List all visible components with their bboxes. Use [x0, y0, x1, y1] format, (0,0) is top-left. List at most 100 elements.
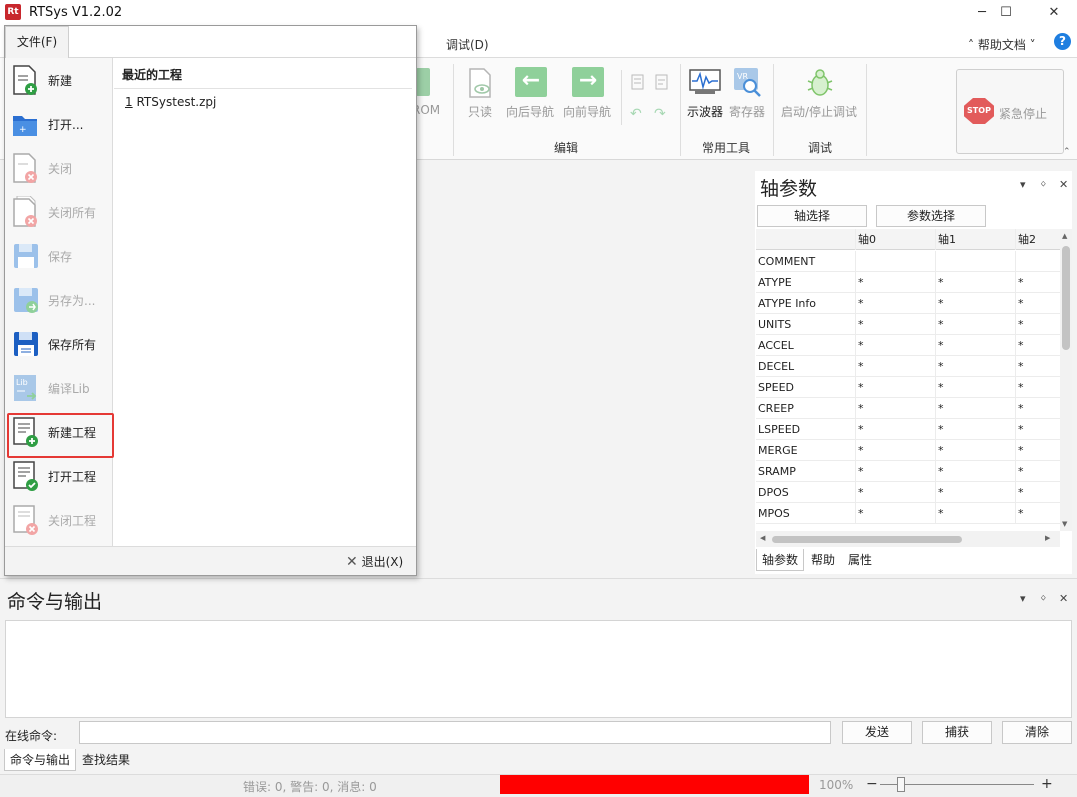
nav-back-icon[interactable]: ← — [515, 67, 547, 97]
param-value-cell[interactable]: * — [856, 482, 936, 503]
tab-help[interactable]: 帮助 — [806, 549, 840, 571]
param-value-cell[interactable]: * — [936, 377, 1016, 398]
tab-command-output[interactable]: 命令与输出 — [4, 749, 77, 771]
tab-axis-params[interactable]: 轴参数 — [756, 549, 805, 571]
debug-bug-icon[interactable] — [804, 66, 836, 98]
param-value-cell[interactable]: * — [856, 335, 936, 356]
grid-column-header[interactable]: 轴0 — [856, 229, 936, 250]
scroll-left-icon[interactable]: ◀ — [760, 534, 765, 542]
capture-button[interactable]: 捕获 — [922, 721, 992, 744]
clear-button[interactable]: 清除 — [1002, 721, 1072, 744]
param-value-cell[interactable]: * — [856, 272, 936, 293]
file-menu-item[interactable]: 关闭工程 — [5, 498, 113, 542]
file-menu-item[interactable]: + 打开... — [5, 102, 113, 146]
cmd-panel-pin-icon[interactable]: ᛜ — [1040, 592, 1047, 605]
menu-debug[interactable]: 调试(D) — [446, 36, 489, 53]
scroll-up-icon[interactable]: ▲ — [1062, 232, 1067, 240]
param-value-cell[interactable]: * — [1016, 272, 1060, 293]
exit-button[interactable]: ✕ 退出(X) — [346, 553, 403, 570]
file-menu-item[interactable]: 关闭 — [5, 146, 113, 190]
param-value-cell[interactable]: * — [936, 419, 1016, 440]
param-value-cell[interactable]: * — [856, 503, 936, 524]
param-value-cell[interactable]: * — [856, 461, 936, 482]
zoom-slider-thumb[interactable] — [897, 777, 905, 792]
param-value-cell[interactable]: * — [1016, 419, 1060, 440]
param-value-cell[interactable]: * — [936, 503, 1016, 524]
ribbon-collapse-icon[interactable]: ⌃ — [1063, 147, 1071, 157]
oscilloscope-icon[interactable] — [689, 68, 721, 96]
zoom-in-button[interactable]: + — [1041, 776, 1053, 792]
help-icon[interactable]: ? — [1054, 33, 1071, 50]
param-value-cell[interactable]: * — [1016, 335, 1060, 356]
nav-forward-icon[interactable]: → — [572, 67, 604, 97]
param-value-cell[interactable]: * — [856, 419, 936, 440]
recent-project-item[interactable]: 1 RTSystest.zpj — [125, 95, 216, 109]
redo-icon[interactable]: ↷ — [654, 106, 666, 122]
grid-column-header[interactable] — [756, 229, 856, 250]
cmd-panel-dropdown-icon[interactable]: ▾ — [1020, 592, 1026, 605]
param-value-cell[interactable]: * — [856, 293, 936, 314]
horizontal-scroll-thumb[interactable] — [772, 536, 962, 543]
online-command-input[interactable] — [79, 721, 831, 744]
maximize-button[interactable]: ☐ — [983, 0, 1029, 25]
param-value-cell[interactable]: * — [1016, 293, 1060, 314]
file-menu-item[interactable]: 保存所有 — [5, 322, 113, 366]
scroll-down-icon[interactable]: ▼ — [1062, 520, 1067, 528]
zoom-out-button[interactable]: − — [866, 776, 878, 792]
vertical-scroll-thumb[interactable] — [1062, 246, 1070, 350]
param-value-cell[interactable]: * — [1016, 482, 1060, 503]
param-value-cell[interactable]: * — [856, 440, 936, 461]
file-menu-item[interactable]: 保存 — [5, 234, 113, 278]
param-value-cell[interactable]: * — [1016, 314, 1060, 335]
param-value-cell[interactable] — [936, 251, 1016, 272]
uncomment-icon[interactable] — [654, 74, 670, 90]
panel-pin-icon[interactable]: ᛜ — [1040, 178, 1047, 191]
param-value-cell[interactable]: * — [1016, 503, 1060, 524]
param-value-cell[interactable]: * — [1016, 356, 1060, 377]
grid-column-header[interactable]: 轴1 — [936, 229, 1016, 250]
param-value-cell[interactable]: * — [936, 440, 1016, 461]
param-value-cell[interactable]: * — [936, 398, 1016, 419]
panel-dropdown-icon[interactable]: ▾ — [1020, 178, 1026, 191]
file-menu-item[interactable]: 打开工程 — [5, 454, 113, 498]
param-value-cell[interactable]: * — [1016, 398, 1060, 419]
command-output-area[interactable] — [5, 620, 1072, 718]
param-value-cell[interactable]: * — [936, 356, 1016, 377]
param-select-button[interactable]: 参数选择 — [876, 205, 986, 227]
grid-column-header[interactable]: 轴2 — [1016, 229, 1060, 250]
send-button[interactable]: 发送 — [842, 721, 912, 744]
param-value-cell[interactable] — [1016, 251, 1060, 272]
cmd-panel-close-icon[interactable]: ✕ — [1059, 592, 1068, 605]
param-value-cell[interactable]: * — [1016, 461, 1060, 482]
param-value-cell[interactable]: * — [936, 293, 1016, 314]
param-value-cell[interactable]: * — [936, 482, 1016, 503]
register-icon[interactable]: VR — [732, 66, 762, 98]
emergency-stop-button[interactable]: STOP 紧急停止 — [956, 69, 1064, 154]
tab-properties[interactable]: 属性 — [843, 549, 877, 571]
help-docs-menu[interactable]: ˄ 帮助文档 ˅ — [968, 36, 1036, 53]
undo-icon[interactable]: ↶ — [630, 106, 642, 122]
param-value-cell[interactable]: * — [856, 377, 936, 398]
readonly-icon[interactable] — [466, 67, 494, 99]
param-value-cell[interactable]: * — [936, 272, 1016, 293]
menu-file[interactable]: 文件(F) — [5, 26, 69, 58]
close-window-button[interactable]: ✕ — [1031, 0, 1077, 25]
file-menu-item[interactable]: 关闭所有 — [5, 190, 113, 234]
file-menu-item[interactable]: Lib 编译Lib — [5, 366, 113, 410]
tab-search-results[interactable]: 查找结果 — [77, 749, 135, 771]
param-value-cell[interactable]: * — [1016, 377, 1060, 398]
panel-close-icon[interactable]: ✕ — [1059, 178, 1068, 191]
file-menu-item[interactable]: 另存为... — [5, 278, 113, 322]
file-menu-item[interactable]: 新建 — [5, 58, 113, 102]
param-value-cell[interactable]: * — [856, 398, 936, 419]
param-value-cell[interactable]: * — [936, 335, 1016, 356]
param-value-cell[interactable]: * — [856, 356, 936, 377]
scroll-right-icon[interactable]: ▶ — [1045, 534, 1050, 542]
param-value-cell[interactable] — [856, 251, 936, 272]
param-value-cell[interactable]: * — [936, 314, 1016, 335]
axis-select-button[interactable]: 轴选择 — [757, 205, 867, 227]
comment-icon[interactable] — [630, 74, 646, 90]
param-value-cell[interactable]: * — [936, 461, 1016, 482]
param-value-cell[interactable]: * — [1016, 440, 1060, 461]
param-value-cell[interactable]: * — [856, 314, 936, 335]
